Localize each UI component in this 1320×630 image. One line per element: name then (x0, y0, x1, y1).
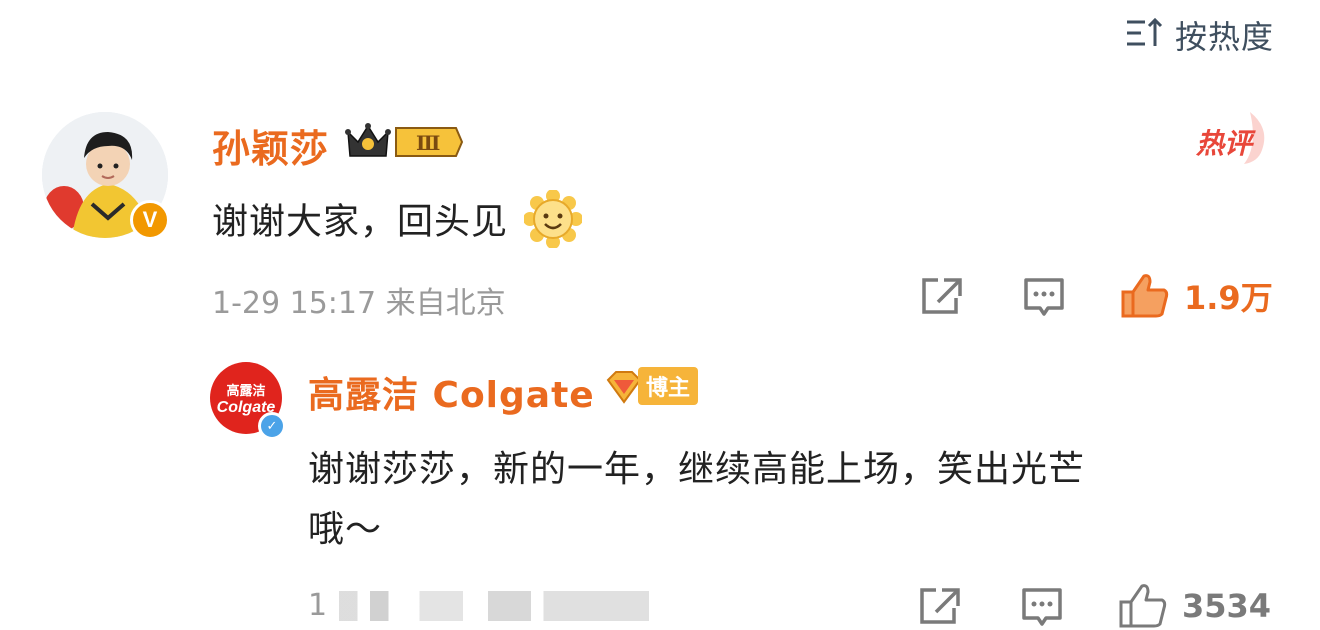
blogger-badge-label: 博主 (638, 367, 699, 405)
share-icon (920, 588, 960, 624)
reply-text-line1: 谢谢莎莎，新的一年，继续高能上场，笑出光芒 (308, 449, 1086, 490)
comment-author[interactable]: 孙颖莎 (212, 118, 329, 173)
comment-icon (1022, 588, 1062, 626)
comment-icon (1024, 278, 1064, 316)
smile-emoji-icon (523, 189, 584, 257)
share-icon (922, 278, 962, 314)
like-button[interactable]: 1.9万 (1120, 272, 1273, 320)
reply-button[interactable] (1022, 276, 1066, 320)
reply-like-count: 3534 (1182, 587, 1272, 625)
thumbs-up-outline-icon (1119, 584, 1167, 628)
sort-label: 按热度 (1174, 18, 1274, 56)
crown-icon: Ⅲ (345, 123, 464, 157)
sort-icon (1125, 16, 1165, 54)
verified-badge-icon: V (130, 200, 170, 240)
share-button[interactable] (920, 276, 964, 316)
reply-meta-obscured (339, 590, 650, 621)
hot-comment-label: 热评 (1196, 127, 1253, 160)
reply-comment-button[interactable] (1020, 586, 1064, 630)
rank-badge-text: Ⅲ (416, 131, 440, 155)
reply-author[interactable]: 高露洁 Colgate (308, 366, 595, 418)
reply-like-button[interactable]: 3534 (1118, 582, 1271, 630)
thumbs-up-icon (1121, 274, 1169, 318)
reply-text: 谢谢莎莎，新的一年，继续高能上场，笑出光芒 哦～ (308, 440, 1085, 560)
reply-share-button[interactable] (918, 586, 962, 626)
blogger-badge: 博主 (604, 366, 699, 406)
comment-text-content: 谢谢大家，回头见 (212, 201, 509, 243)
reply-time: 1 (308, 588, 328, 623)
like-count: 1.9万 (1184, 279, 1273, 317)
sort-by-heat-button[interactable]: 按热度 (1125, 12, 1274, 58)
hot-comment-tag: 热评 (1192, 110, 1272, 166)
reply-text-line2: 哦～ (308, 509, 383, 550)
reply-meta: 1 (308, 588, 650, 623)
verified-blue-icon: ✓ (258, 412, 286, 440)
comment-text: 谢谢大家，回头见 (212, 189, 584, 257)
crown-level-badge: Ⅲ (344, 120, 464, 168)
brand-logo-cn: 高露洁 (226, 383, 266, 399)
comment-meta: 1-29 15:17 来自北京 (212, 286, 506, 321)
